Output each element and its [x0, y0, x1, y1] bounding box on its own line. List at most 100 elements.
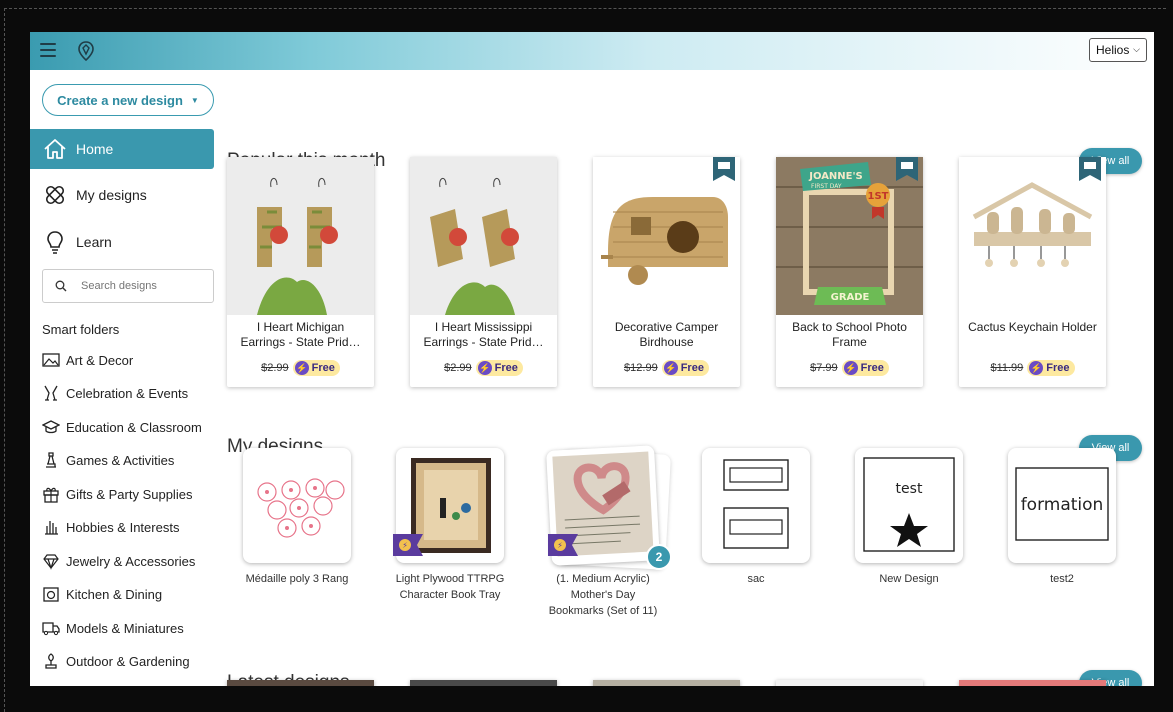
folder-label: Models & Miniatures: [66, 620, 184, 636]
design-card[interactable]: Médaille poly 3 Rang: [242, 448, 352, 587]
free-label: Free: [680, 362, 704, 374]
folder-label: Games & Activities: [66, 452, 175, 468]
create-design-button[interactable]: Create a new design ▼: [42, 84, 214, 116]
product-image: [410, 157, 557, 315]
my-designs-icon: [45, 185, 65, 205]
folder-label: Jewelry & Accessories: [66, 553, 196, 569]
product-card[interactable]: I Heart Mississippi Earrings - State Pri…: [410, 157, 557, 387]
create-design-label: Create a new design: [57, 92, 183, 108]
nav-home[interactable]: Home: [30, 129, 214, 169]
nav-my-designs[interactable]: My designs: [30, 175, 214, 215]
svg-text:⚡: ⚡: [402, 541, 408, 550]
design-thumbnail: [243, 448, 351, 563]
frame-day-text: FIRST DAY: [811, 183, 842, 190]
folder-outdoor-gardening[interactable]: Outdoor & Gardening: [42, 649, 220, 673]
product-image: [227, 157, 374, 315]
diamond-icon: [43, 554, 59, 570]
nav-home-label: Home: [76, 141, 114, 157]
app-window: Helios ⌵ Create a new design ▼ Home My d…: [30, 32, 1154, 686]
product-card[interactable]: Cactus Keychain Holder $11.99 ⚡ Free: [959, 157, 1106, 387]
folder-label: Kitchen & Dining: [66, 586, 163, 602]
design-name: Médaille poly 3 Rang: [245, 573, 349, 585]
chess-piece-icon: [46, 452, 56, 468]
design-card[interactable]: ⚡ Light Plywood TTRPG Character Book Tra…: [393, 448, 505, 603]
design-name: test2: [1050, 573, 1074, 585]
design-name: Light Plywood TTRPG Character Book Tray: [395, 573, 505, 601]
product-name: Back to School Photo Frame: [792, 320, 907, 349]
bolt-icon: ⚡: [843, 361, 858, 375]
folder-jewelry-accessories[interactable]: Jewelry & Accessories: [42, 549, 220, 573]
latest-card[interactable]: [593, 680, 740, 686]
user-select[interactable]: Helios ⌵: [1089, 38, 1147, 62]
free-label: Free: [311, 362, 335, 374]
folder-label: Celebration & Events: [66, 385, 189, 401]
latest-card[interactable]: [776, 680, 923, 686]
nav-learn[interactable]: Learn: [30, 222, 214, 262]
free-label: Free: [494, 362, 518, 374]
product-name: Cactus Keychain Holder: [968, 320, 1097, 334]
thumb-text: formation: [1021, 495, 1104, 515]
price-row: $2.99 ⚡ Free: [227, 360, 374, 376]
plant-icon: [45, 653, 57, 669]
free-badge: ⚡ Free: [1027, 360, 1075, 376]
folder-education-classroom[interactable]: Education & Classroom: [42, 415, 220, 439]
top-bar: Helios ⌵: [30, 32, 1154, 70]
home-icon: [44, 139, 66, 159]
design-name: New Design: [879, 573, 939, 585]
design-card[interactable]: sac: [701, 448, 811, 587]
design-card[interactable]: test New Design: [854, 448, 964, 587]
brand-logo-icon[interactable]: [74, 39, 98, 63]
design-name: sac: [747, 573, 765, 585]
price-row: $11.99 ⚡ Free: [959, 360, 1106, 376]
graduation-cap-icon: [42, 420, 60, 434]
bolt-icon: ⚡: [294, 361, 309, 375]
bookmark-icon: [713, 157, 735, 181]
folder-gifts-party[interactable]: Gifts & Party Supplies: [42, 482, 220, 506]
product-card[interactable]: Decorative Camper Birdhouse $12.99 ⚡ Free: [593, 157, 740, 387]
folder-label: Outdoor & Gardening: [66, 653, 190, 669]
design-thumbnail: [702, 448, 810, 563]
picture-icon: [42, 353, 60, 367]
bolt-icon: ⚡: [663, 361, 678, 375]
bolt-icon: ⚡: [477, 361, 492, 375]
frame-name-text: JOANNE'S: [808, 171, 863, 182]
folder-label: Education & Classroom: [66, 419, 202, 435]
design-card-stack[interactable]: ⚡ 2 (1. Medium Acrylic) Mother's Day Boo…: [546, 445, 672, 619]
folder-hobbies-interests[interactable]: Hobbies & Interests: [42, 515, 220, 539]
champagne-icon: [44, 385, 58, 401]
original-price: $7.99: [810, 362, 838, 374]
latest-card[interactable]: [227, 680, 374, 686]
premium-flag-icon: ⚡: [393, 534, 423, 556]
latest-card[interactable]: [410, 680, 557, 686]
sidebar: Create a new design ▼ Home My designs Le…: [30, 70, 220, 686]
folder-celebration-events[interactable]: Celebration & Events: [42, 381, 220, 405]
design-thumbnail: test: [855, 448, 963, 563]
product-card[interactable]: JOANNE'S FIRST DAY 1ST GRADE Back to Sch…: [776, 157, 923, 387]
folder-art-decor[interactable]: Art & Decor: [42, 348, 220, 372]
product-name: I Heart Mississippi Earrings - State Pri…: [423, 320, 544, 349]
design-card[interactable]: formation test2: [1007, 448, 1117, 587]
price-row: $12.99 ⚡ Free: [593, 360, 740, 376]
folder-games-activities[interactable]: Games & Activities: [42, 448, 220, 472]
main-content: Popular this month View all I Heart M: [220, 70, 1154, 686]
search-box[interactable]: [42, 269, 214, 303]
search-input[interactable]: [79, 279, 203, 293]
product-card[interactable]: I Heart Michigan Earrings - State Prid… …: [227, 157, 374, 387]
gift-icon: [43, 487, 59, 503]
bookmark-icon: [1079, 157, 1101, 181]
user-name: Helios: [1096, 43, 1130, 57]
nav-learn-label: Learn: [76, 234, 112, 250]
free-badge: ⚡ Free: [475, 360, 523, 376]
svg-text:⚡: ⚡: [557, 541, 563, 550]
nav-my-designs-label: My designs: [76, 187, 147, 203]
original-price: $12.99: [624, 362, 658, 374]
menu-icon[interactable]: [40, 43, 56, 57]
latest-card[interactable]: [959, 680, 1106, 686]
folder-models-miniatures[interactable]: Models & Miniatures: [42, 616, 220, 640]
search-icon: [55, 280, 67, 292]
free-badge: ⚡ Free: [841, 360, 889, 376]
bookmark-icon: [896, 157, 918, 181]
folder-label: Gifts & Party Supplies: [66, 486, 193, 502]
lightbulb-icon: [47, 231, 63, 254]
folder-kitchen-dining[interactable]: Kitchen & Dining: [42, 582, 220, 606]
